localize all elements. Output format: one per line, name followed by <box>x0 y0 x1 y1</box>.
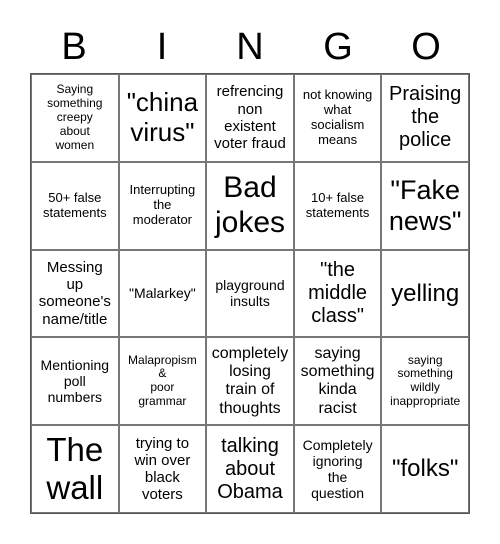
bingo-grid: Saying something creepy about women "chin… <box>30 73 470 514</box>
bingo-cell[interactable]: talking about Obama <box>206 425 294 513</box>
bingo-cell[interactable]: saying something wildly inappropriate <box>381 337 469 426</box>
header-letter: I <box>156 26 168 68</box>
bingo-cell[interactable]: "Fake news" <box>381 161 469 250</box>
bingo-header: B I N G O <box>30 22 470 72</box>
bingo-cell[interactable]: yelling <box>381 249 469 338</box>
header-letter: B <box>61 26 87 68</box>
bingo-cell[interactable]: The wall <box>31 425 119 513</box>
bingo-cell[interactable]: saying something kinda racist <box>293 337 382 426</box>
bingo-cell[interactable]: Praising the police <box>381 74 469 162</box>
header-letter: O <box>411 26 441 68</box>
header-letter: N <box>236 26 264 68</box>
bingo-cell[interactable]: "china virus" <box>118 74 207 162</box>
bingo-cell[interactable]: Completely ignoring the question <box>293 425 382 513</box>
bingo-cell[interactable]: Mentioning poll numbers <box>31 337 119 426</box>
bingo-cell[interactable]: "folks" <box>381 425 469 513</box>
bingo-cell[interactable]: playground insults <box>206 249 294 338</box>
bingo-cell[interactable]: "Malarkey" <box>118 249 207 338</box>
bingo-cell[interactable]: not knowing what socialism means <box>293 74 382 162</box>
bingo-cell[interactable]: 50+ false statements <box>31 161 119 250</box>
bingo-cell[interactable]: Malapropism & poor grammar <box>118 337 207 426</box>
bingo-cell[interactable]: refrencing non existent voter fraud <box>206 74 294 162</box>
bingo-cell[interactable]: trying to win over black voters <box>118 425 207 513</box>
header-letter: G <box>323 26 353 68</box>
bingo-cell[interactable]: Saying something creepy about women <box>31 74 119 162</box>
bingo-cell[interactable]: 10+ false statements <box>293 161 382 250</box>
bingo-cell[interactable]: Interrupting the moderator <box>118 161 207 250</box>
bingo-cell[interactable]: Messing up someone's name/title <box>31 249 119 338</box>
bingo-cell[interactable]: completely losing train of thoughts <box>206 337 294 426</box>
bingo-cell[interactable]: "the middle class" <box>293 249 382 338</box>
bingo-cell[interactable]: Bad jokes <box>206 161 294 250</box>
